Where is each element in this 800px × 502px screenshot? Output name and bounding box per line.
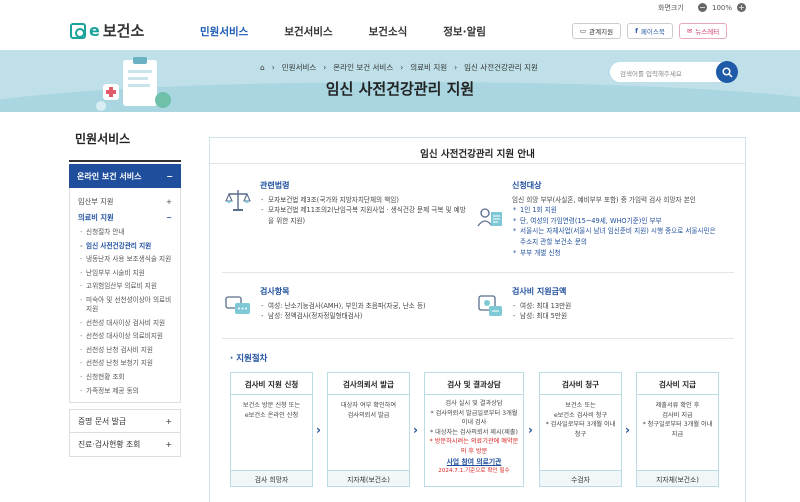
search-icon: [721, 66, 733, 78]
mail-icon: ✉: [686, 27, 693, 35]
amount-section: 검사비 지원금액 여성: 최대 13만원 남성: 최대 5만원: [512, 286, 722, 322]
person-document-icon: [477, 208, 502, 227]
scales-icon: [225, 190, 251, 211]
zoom-in-button[interactable]: +: [737, 3, 746, 12]
chat-bubbles-icon: [225, 296, 250, 314]
target-section: 신청대상 임신 희망 부부(사실혼, 예비부부 포함) 중 가임력 검사 희망자…: [512, 180, 722, 258]
nav-item-civil-service[interactable]: 민원서비스: [200, 24, 248, 39]
facebook-button[interactable]: f 페이스북: [627, 23, 673, 39]
main-content: 임신 사전건강관리 지원 안내 관련법령 모자보건법 제3조(국가와 지방자치단…: [209, 137, 746, 502]
side-nav-subitem[interactable]: 신청현황 조회: [70, 371, 180, 385]
side-nav-subitem[interactable]: 선천성 대사이상 의료비지원: [70, 330, 180, 344]
chevron-right-icon: ›: [625, 423, 630, 437]
participating-clinics-link[interactable]: 사업 참여 의료기관: [429, 457, 519, 468]
list-item: 여성: 난소기능검사(AMH), 부인과 초음파(자궁, 난소 등): [260, 301, 470, 312]
side-nav-subitem-active[interactable]: 임신 사전건강관리 지원: [70, 240, 180, 254]
zoom-out-button[interactable]: −: [697, 3, 707, 12]
process-step-exam: 검사 및 결과상담 검사 실시 및 결과상담 * 검사의뢰서 발급일로부터 3개…: [424, 372, 524, 487]
header-buttons: ▭ 관계지원 f 페이스북 ✉ 뉴스레터: [572, 23, 728, 39]
page-banner: ⌂ › 민원서비스 › 온라인 보건 서비스 › 의료비 지원 › 임신 사전건…: [0, 50, 800, 112]
breadcrumb: ⌂ › 민원서비스 › 온라인 보건 서비스 › 의료비 지원 › 임신 사전건…: [260, 62, 538, 73]
breadcrumb-item[interactable]: 온라인 보건 서비스: [333, 62, 393, 73]
home-icon[interactable]: ⌂: [260, 63, 265, 72]
chevron-right-icon: ›: [528, 423, 533, 437]
minus-icon: −: [165, 213, 172, 222]
logo-text: 보건소: [102, 22, 145, 40]
list-item: 남성: 정액검사(정자정밀형태검사): [260, 311, 470, 322]
side-nav-subitem[interactable]: 미숙아 및 선천성이상아 의료비 지원: [70, 294, 180, 317]
zoom-label: 화면크기: [658, 4, 684, 12]
site-logo[interactable]: e 보건소: [70, 20, 144, 41]
facebook-icon: f: [635, 27, 638, 35]
process-step-request-form: 검사의뢰서 발급 대상자 여부 확인하여 검사의뢰서 발급 지자체(보건소): [327, 372, 410, 487]
side-nav-item-records[interactable]: 진료·검사현황 조회 +: [69, 433, 181, 458]
list-item: 모자보건법 제11조의2(난임극복 지원사업 · 생식건강 문제 극복 및 예방…: [260, 205, 470, 226]
side-nav-subitem[interactable]: 선천성 대사이상 검사비 지원: [70, 317, 180, 331]
list-item: 남성: 최대 5만원: [512, 311, 722, 322]
side-nav-subitem[interactable]: 냉동난자 사용 보조생식술 지원: [70, 253, 180, 267]
side-nav-submenu: 임산부 지원+ 의료비 지원− 신청절차 안내 임신 사전건강관리 지원 냉동난…: [69, 188, 181, 404]
breadcrumb-item[interactable]: 의료비 지원: [410, 62, 447, 73]
process-step-payment: 검사비 지급 제출서류 확인 후 검사비 지급 * 청구일로부터 3개월 이내 …: [636, 372, 719, 487]
newsletter-button[interactable]: ✉ 뉴스레터: [678, 23, 728, 39]
plus-icon: +: [165, 440, 172, 450]
logo-e: e: [89, 21, 100, 40]
side-nav-item-medical-support[interactable]: 의료비 지원 −: [70, 210, 180, 226]
nav-item-news[interactable]: 보건소식: [369, 24, 408, 39]
nav-item-info[interactable]: 정보·알림: [443, 24, 486, 39]
list-item: 부부 개별 신청: [512, 248, 722, 259]
nav-item-health-service[interactable]: 보건서비스: [284, 24, 332, 39]
process-step-apply: 검사비 지원 신청 보건소 방문 신청 또는 e보건소 온라인 신청 검사 희망…: [230, 372, 313, 487]
content-title: 임신 사전건강관리 지원 안내: [210, 138, 745, 164]
test-items-section: 검사항목 여성: 난소기능검사(AMH), 부인과 초음파(자궁, 난소 등) …: [260, 286, 470, 322]
search-button[interactable]: [716, 61, 738, 83]
search-placeholder: 검색어를 입력해주세요: [620, 70, 682, 78]
side-nav-subitem[interactable]: 난임부부 시술비 지원: [70, 267, 180, 281]
minus-icon: −: [166, 171, 173, 181]
breadcrumb-item[interactable]: 민원서비스: [282, 62, 317, 73]
side-nav-subitem[interactable]: 선천성 난청 검사비 지원: [70, 344, 180, 358]
list-item: 단, 여성의 가임연령(15~49세, WHO기준)인 부부: [512, 216, 722, 227]
monitor-icon: ▭: [580, 27, 587, 35]
plus-icon: +: [165, 416, 172, 426]
logo-house-icon: [70, 22, 86, 39]
side-nav-current-section[interactable]: 온라인 보건 서비스 −: [69, 164, 181, 188]
main-nav: 민원서비스 보건서비스 보건소식 정보·알림: [200, 24, 522, 39]
chevron-right-icon: ›: [316, 423, 321, 437]
search-input[interactable]: 검색어를 입력해주세요: [610, 61, 738, 83]
list-item: 서울시는 자체사업(서울시 남녀 임신준비 지원) 시행 중으로 서울시민은 주…: [512, 226, 722, 247]
side-nav-item-pregnant-support[interactable]: 임산부 지원 +: [70, 194, 180, 210]
top-utility-bar: 화면크기 − 100% +: [0, 0, 800, 12]
side-nav-subitem[interactable]: 신청절차 안내: [70, 226, 180, 240]
plus-icon: +: [165, 197, 172, 206]
zoom-value: 100%: [711, 3, 732, 12]
side-nav-subitem[interactable]: 고위험임산부 의료비 지원: [70, 280, 180, 294]
site-header: e 보건소 민원서비스 보건서비스 보건소식 정보·알림 ▭ 관계지원 f 페이…: [0, 14, 800, 50]
chevron-right-icon: ›: [413, 423, 418, 437]
side-nav-item-certificates[interactable]: 증명 문서 발급 +: [69, 409, 181, 434]
money-document-icon: [478, 295, 502, 316]
list-item: 여성: 최대 13만원: [512, 301, 722, 312]
side-nav-subitem[interactable]: 가족정보 제공 동의: [70, 385, 180, 399]
process-step-claim: 검사비 청구 보건소 또는 e보건소 검사비 청구 * 검사일로부터 3개월 이…: [539, 372, 622, 487]
side-nav-title: 민원서비스: [69, 130, 181, 162]
related-sites-button[interactable]: ▭ 관계지원: [572, 23, 622, 39]
side-navigation: 민원서비스 온라인 보건 서비스 − 임산부 지원+ 의료비 지원− 신청절차 …: [69, 130, 181, 458]
side-nav-subitem[interactable]: 선천성 난청 보청기 지원: [70, 357, 180, 371]
breadcrumb-item[interactable]: 임신 사전건강관리 지원: [464, 62, 538, 73]
law-section: 관련법령 모자보건법 제3조(국가와 지방자치단체의 책임) 모자보건법 제11…: [260, 180, 470, 226]
zoom-controls: − 100% +: [697, 3, 746, 12]
list-item: 모자보건법 제3조(국가와 지방자치단체의 책임): [260, 195, 470, 206]
list-item: 1인 1회 지원: [512, 205, 722, 216]
process-heading: · 지원절차: [230, 354, 268, 364]
